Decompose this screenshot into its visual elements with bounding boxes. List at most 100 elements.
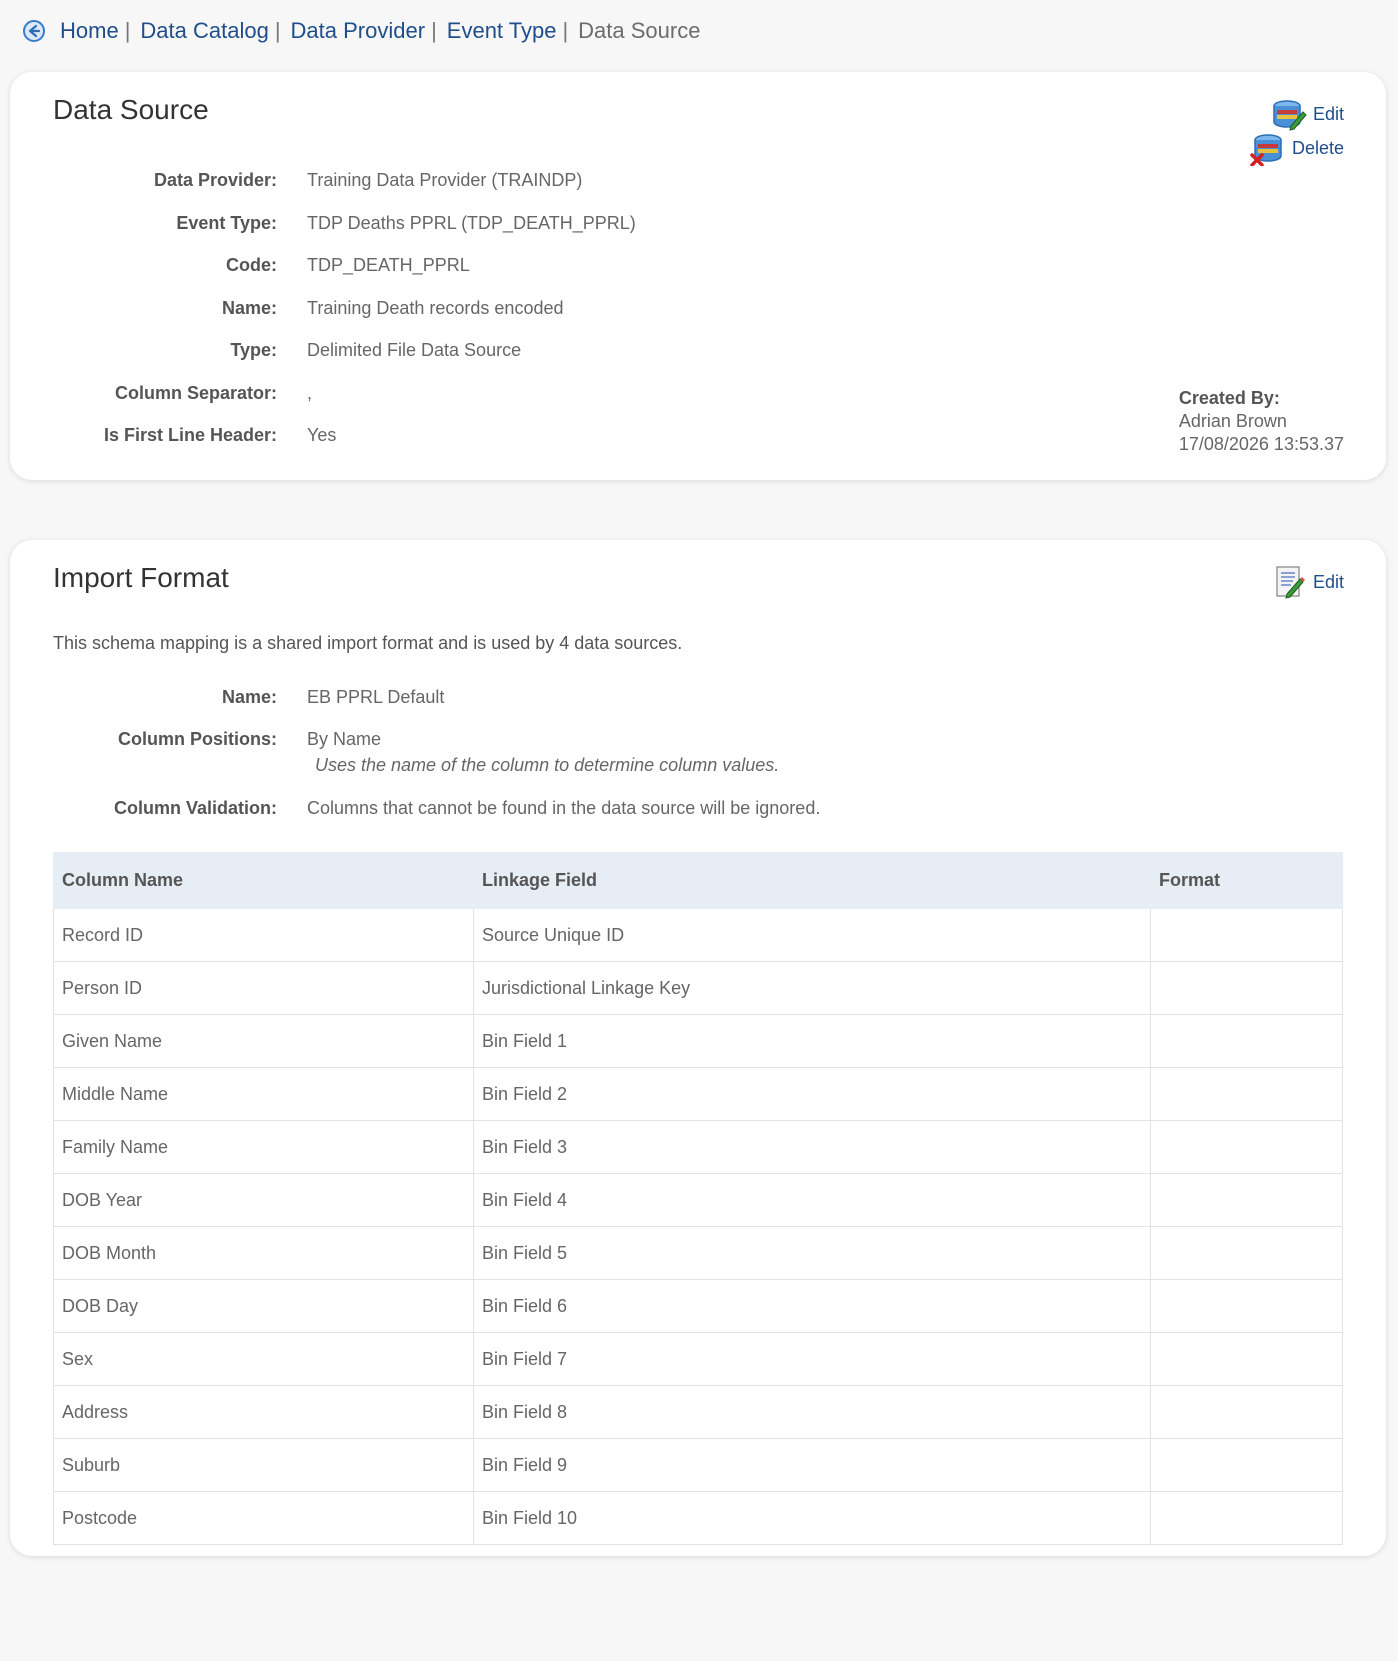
- cell-column-name: Record ID: [53, 908, 474, 962]
- field-value: Delimited File Data Source: [307, 340, 522, 360]
- column-header-linkage-field: Linkage Field: [473, 852, 1151, 909]
- field-code: Code: TDP_DEATH_PPRL: [10, 253, 1110, 277]
- cell-linkage-field: Bin Field 3: [473, 1120, 1151, 1174]
- cell-linkage-field: Jurisdictional Linkage Key: [473, 961, 1151, 1015]
- breadcrumb-home-link[interactable]: Home: [60, 18, 119, 44]
- column-mapping-table: Column Name Linkage Field Format Record …: [53, 852, 1343, 1545]
- cell-column-name: DOB Month: [53, 1226, 474, 1280]
- field-label: Name:: [221, 687, 277, 707]
- edit-data-source-action[interactable]: Edit: [1271, 96, 1344, 132]
- edit-data-source-link[interactable]: Edit: [1313, 104, 1344, 125]
- field-label: Code:: [226, 255, 277, 275]
- table-row: Sex Bin Field 7: [53, 1332, 1343, 1386]
- edit-import-format-action[interactable]: Edit: [1271, 564, 1344, 600]
- column-positions-note: Uses the name of the column to determine…: [315, 755, 780, 775]
- cell-format: [1150, 1226, 1343, 1280]
- import-format-card: Import Format Edit This schema mapping i…: [10, 540, 1386, 1556]
- breadcrumb-current: Data Source: [578, 18, 701, 43]
- table-row: Record ID Source Unique ID: [53, 908, 1343, 962]
- breadcrumb-event-type-link[interactable]: Event Type: [447, 18, 557, 44]
- import-format-title: Import Format: [53, 562, 229, 593]
- cell-column-name: Family Name: [53, 1120, 474, 1174]
- field-value: Columns that cannot be found in the data…: [307, 798, 821, 818]
- breadcrumb-separator: |: [431, 18, 437, 43]
- data-source-card: Data Source Edit Delete Data Provider: T…: [10, 72, 1386, 480]
- table-row: Address Bin Field 8: [53, 1385, 1343, 1439]
- table-row: Person ID Jurisdictional Linkage Key: [53, 961, 1343, 1015]
- cell-format: [1150, 908, 1343, 962]
- field-value: TDP_DEATH_PPRL: [307, 255, 470, 275]
- cell-linkage-field: Bin Field 2: [473, 1067, 1151, 1121]
- field-name: Name: Training Death records encoded: [10, 296, 1110, 320]
- field-value: TDP Deaths PPRL (TDP_DEATH_PPRL): [307, 213, 636, 233]
- breadcrumb-separator: |: [274, 18, 281, 43]
- table-header-row: Column Name Linkage Field Format: [53, 852, 1343, 909]
- cell-format: [1150, 1120, 1343, 1174]
- delete-data-source-link[interactable]: Delete: [1292, 138, 1344, 159]
- table-row: Middle Name Bin Field 2: [53, 1067, 1343, 1121]
- created-at: 17/08/2026 13:53.37: [1178, 434, 1344, 454]
- data-source-title: Data Source: [53, 94, 209, 125]
- field-label: Column Positions:: [118, 729, 277, 749]
- column-header-column-name: Column Name: [53, 852, 474, 909]
- field-event-type: Event Type: TDP Deaths PPRL (TDP_DEATH_P…: [10, 211, 1110, 235]
- cell-linkage-field: Bin Field 5: [473, 1226, 1151, 1280]
- cell-linkage-field: Bin Field 6: [473, 1279, 1151, 1333]
- breadcrumb-data-catalog-link[interactable]: Data Catalog: [140, 18, 268, 44]
- import-format-description: This schema mapping is a shared import f…: [53, 633, 683, 653]
- created-by-name: Adrian Brown: [1178, 411, 1287, 431]
- cell-column-name: Person ID: [53, 961, 474, 1015]
- field-value: By Name Uses the name of the column to d…: [307, 727, 779, 777]
- field-value: Yes: [307, 425, 337, 445]
- cell-linkage-field: Bin Field 8: [473, 1385, 1151, 1439]
- database-edit-icon: [1271, 96, 1307, 132]
- breadcrumb-separator: |: [562, 18, 569, 43]
- created-by-label: Created By:: [1178, 388, 1280, 408]
- cell-linkage-field: Source Unique ID: [473, 908, 1151, 962]
- field-value: Training Death records encoded: [307, 298, 564, 318]
- field-label: Is First Line Header:: [103, 425, 277, 445]
- breadcrumb: Home | Data Catalog | Data Provider | Ev…: [22, 14, 700, 48]
- table-row: Family Name Bin Field 3: [53, 1120, 1343, 1174]
- cell-column-name: Middle Name: [53, 1067, 474, 1121]
- field-label: Type:: [230, 340, 277, 360]
- cell-column-name: Sex: [53, 1332, 474, 1386]
- back-arrow-icon[interactable]: [22, 19, 46, 43]
- table-row: DOB Month Bin Field 5: [53, 1226, 1343, 1280]
- field-value: Training Data Provider (TRAINDP): [307, 170, 583, 190]
- field-type: Type: Delimited File Data Source: [10, 338, 1110, 362]
- cell-linkage-field: Bin Field 4: [473, 1173, 1151, 1227]
- field-format-name: Name: EB PPRL Default: [10, 685, 1110, 709]
- cell-format: [1150, 1491, 1343, 1545]
- cell-column-name: Given Name: [53, 1014, 474, 1068]
- field-value: EB PPRL Default: [307, 687, 445, 707]
- cell-column-name: Postcode: [53, 1491, 474, 1545]
- field-data-provider: Data Provider: Training Data Provider (T…: [10, 168, 1110, 192]
- cell-column-name: Suburb: [53, 1438, 474, 1492]
- table-row: Given Name Bin Field 1: [53, 1014, 1343, 1068]
- cell-format: [1150, 1067, 1343, 1121]
- cell-column-name: DOB Day: [53, 1279, 474, 1333]
- edit-import-format-link[interactable]: Edit: [1313, 572, 1344, 593]
- field-label: Column Validation:: [113, 798, 277, 818]
- field-column-positions: Column Positions: By Name Uses the name …: [10, 727, 1110, 777]
- field-label: Name:: [221, 298, 277, 318]
- field-first-line-header: Is First Line Header: Yes: [10, 423, 1110, 447]
- cell-format: [1150, 1332, 1343, 1386]
- column-header-format: Format: [1150, 852, 1343, 909]
- breadcrumb-data-provider-link[interactable]: Data Provider: [291, 18, 426, 44]
- document-edit-icon: [1271, 564, 1307, 600]
- cell-format: [1150, 1173, 1343, 1227]
- created-by-block: Created By: Adrian Brown 17/08/2026 13:5…: [1179, 387, 1344, 456]
- cell-format: [1150, 961, 1343, 1015]
- field-value: ,: [307, 383, 313, 403]
- table-row: Postcode Bin Field 10: [53, 1491, 1343, 1545]
- field-label: Column Separator:: [114, 383, 277, 403]
- delete-data-source-action[interactable]: Delete: [1250, 130, 1344, 167]
- field-label: Data Provider:: [153, 170, 277, 190]
- cell-linkage-field: Bin Field 1: [473, 1014, 1151, 1068]
- cell-format: [1150, 1385, 1343, 1439]
- field-column-validation: Column Validation: Columns that cannot b…: [10, 796, 1110, 820]
- table-row: Suburb Bin Field 9: [53, 1438, 1343, 1492]
- cell-format: [1150, 1279, 1343, 1333]
